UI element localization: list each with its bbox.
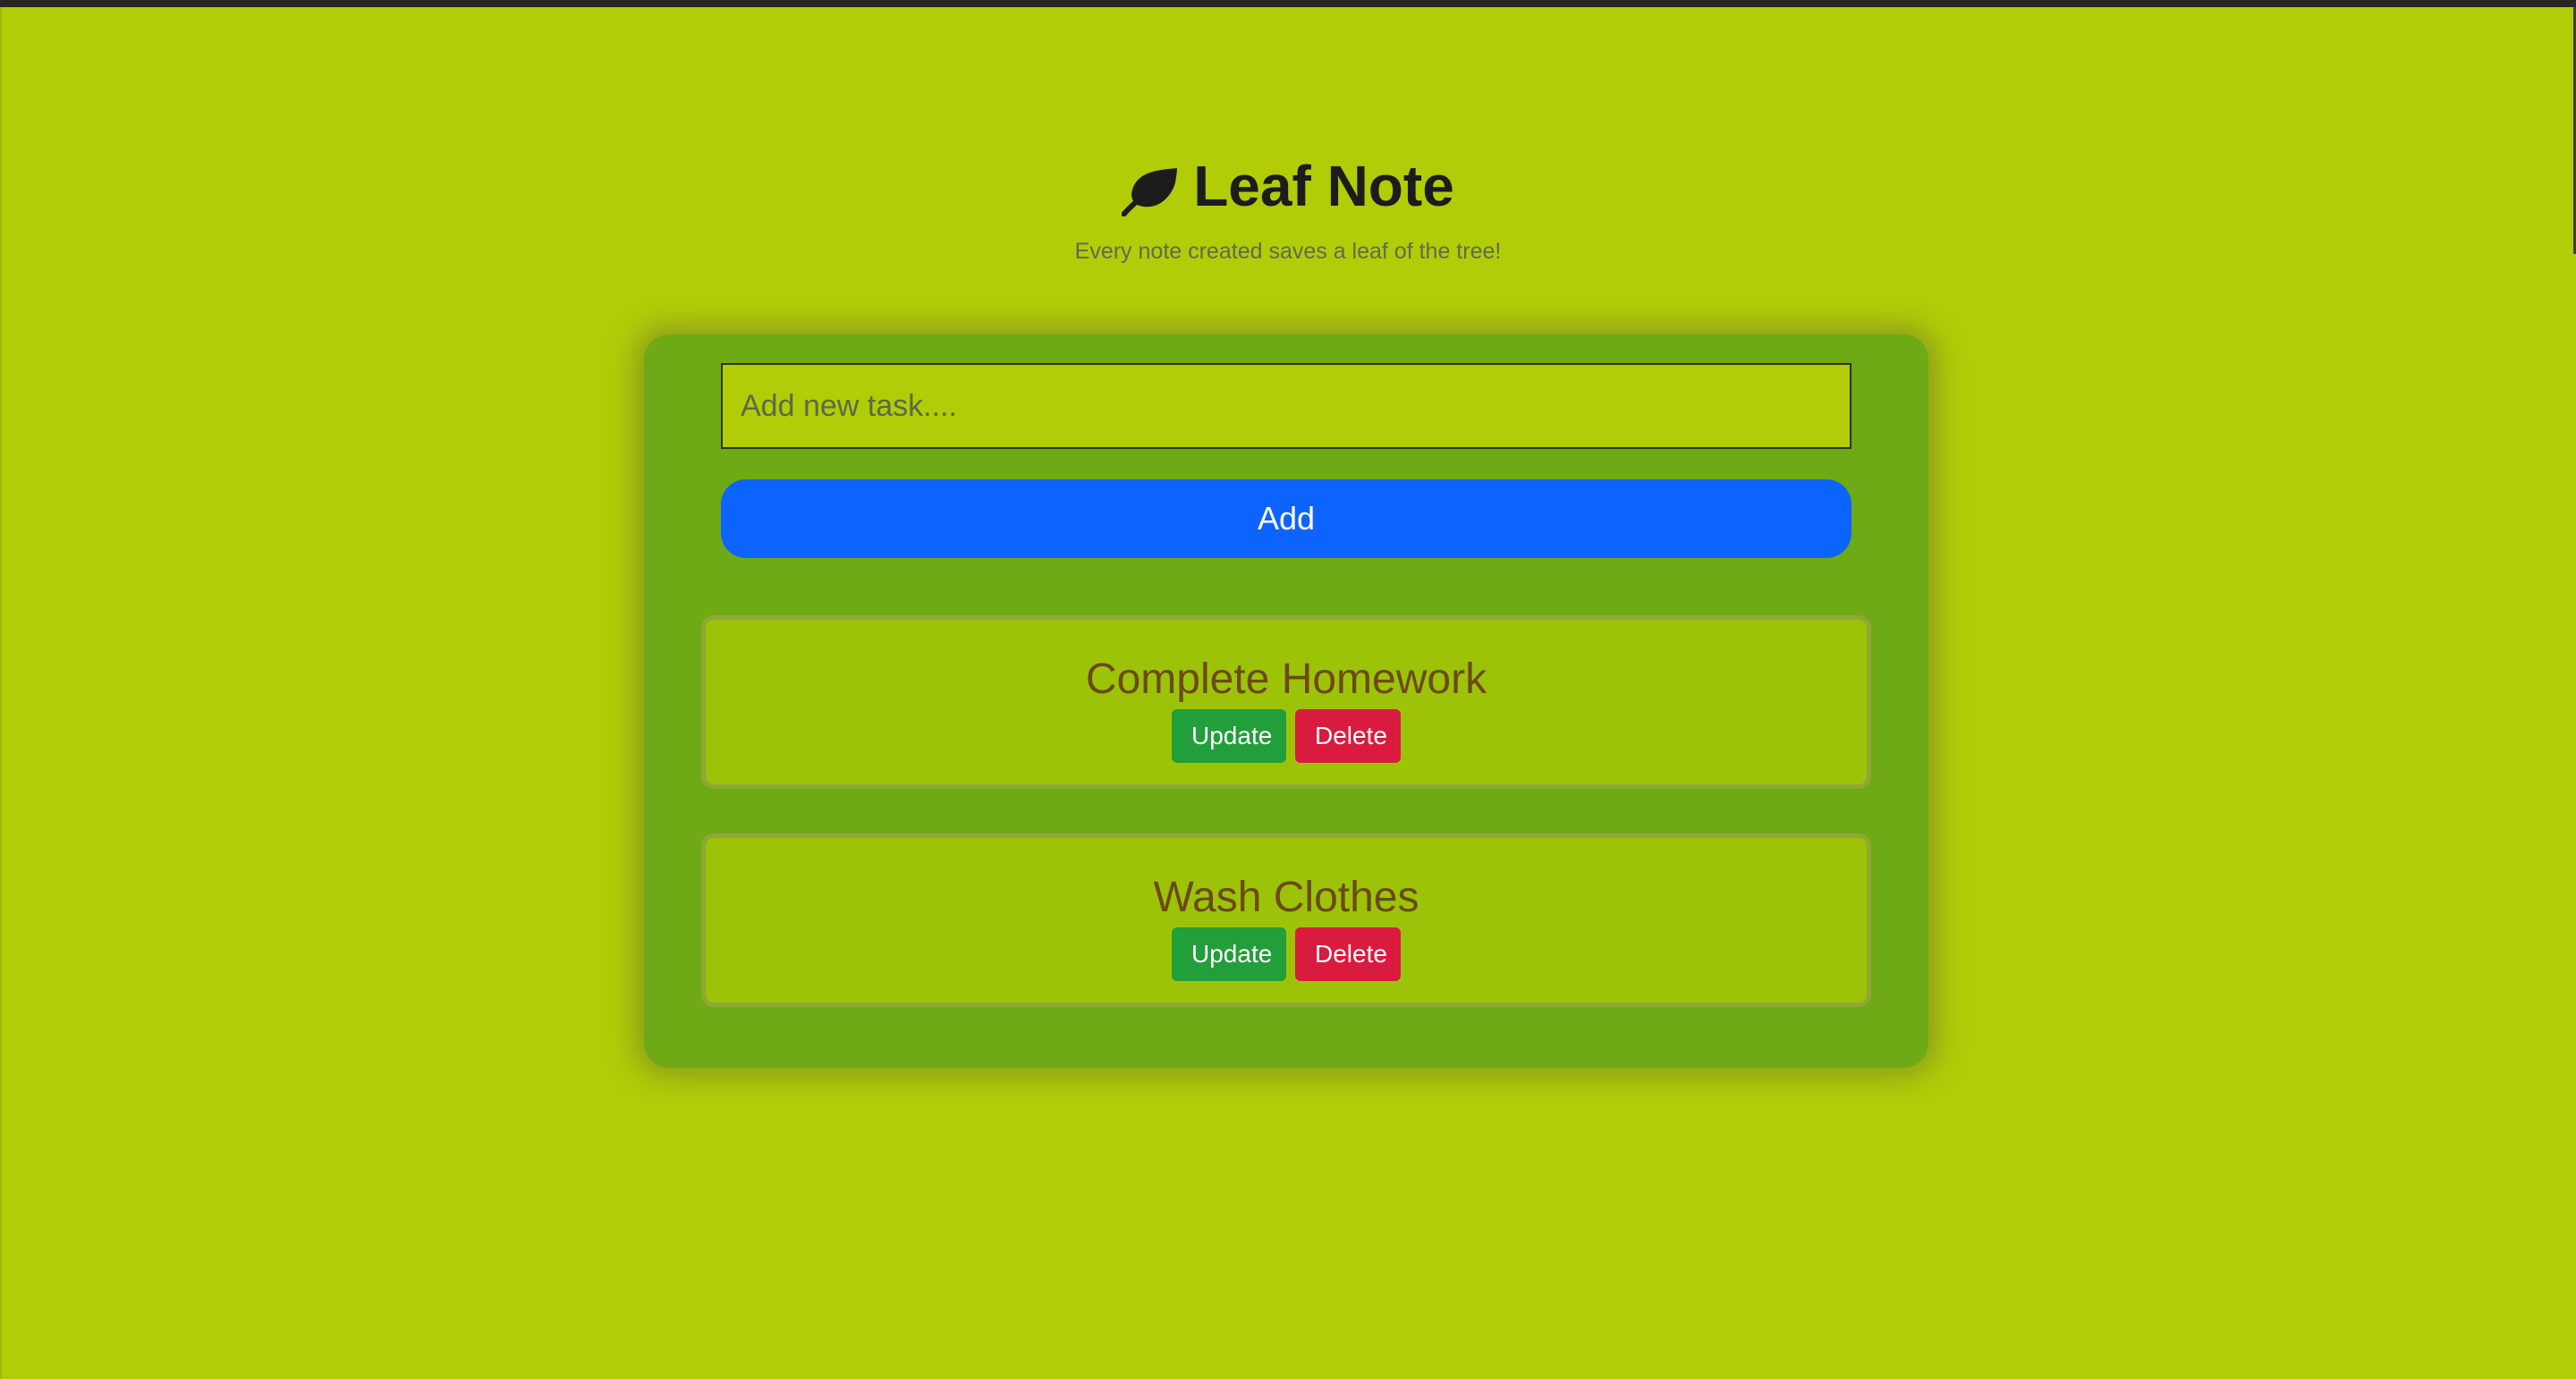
app-header: Leaf Note Every note created saves a lea… <box>0 150 2576 266</box>
task-title: Complete Homework <box>1085 656 1487 703</box>
task-card: Complete Homework Update Delete <box>701 615 1871 789</box>
add-task-button[interactable]: Add <box>721 479 1852 558</box>
leaf-icon <box>1121 161 1181 217</box>
page-title: Leaf Note <box>1121 150 1454 222</box>
task-actions: Update Delete <box>706 927 1867 981</box>
task-title: Wash Clothes <box>1153 874 1419 921</box>
task-actions: Update Delete <box>706 709 1867 763</box>
delete-button[interactable]: Delete <box>1295 927 1401 981</box>
update-button[interactable]: Update <box>1172 927 1286 981</box>
new-task-input[interactable] <box>721 363 1852 449</box>
window-top-border <box>0 0 2576 7</box>
task-panel: Add Complete Homework Update Delete Wash… <box>644 334 1928 1068</box>
app-subtitle: Every note created saves a leaf of the t… <box>1074 239 1502 264</box>
app-title-text: Leaf Note <box>1193 154 1454 218</box>
delete-button[interactable]: Delete <box>1295 709 1401 763</box>
task-card: Wash Clothes Update Delete <box>701 833 1871 1007</box>
update-button[interactable]: Update <box>1172 709 1286 763</box>
